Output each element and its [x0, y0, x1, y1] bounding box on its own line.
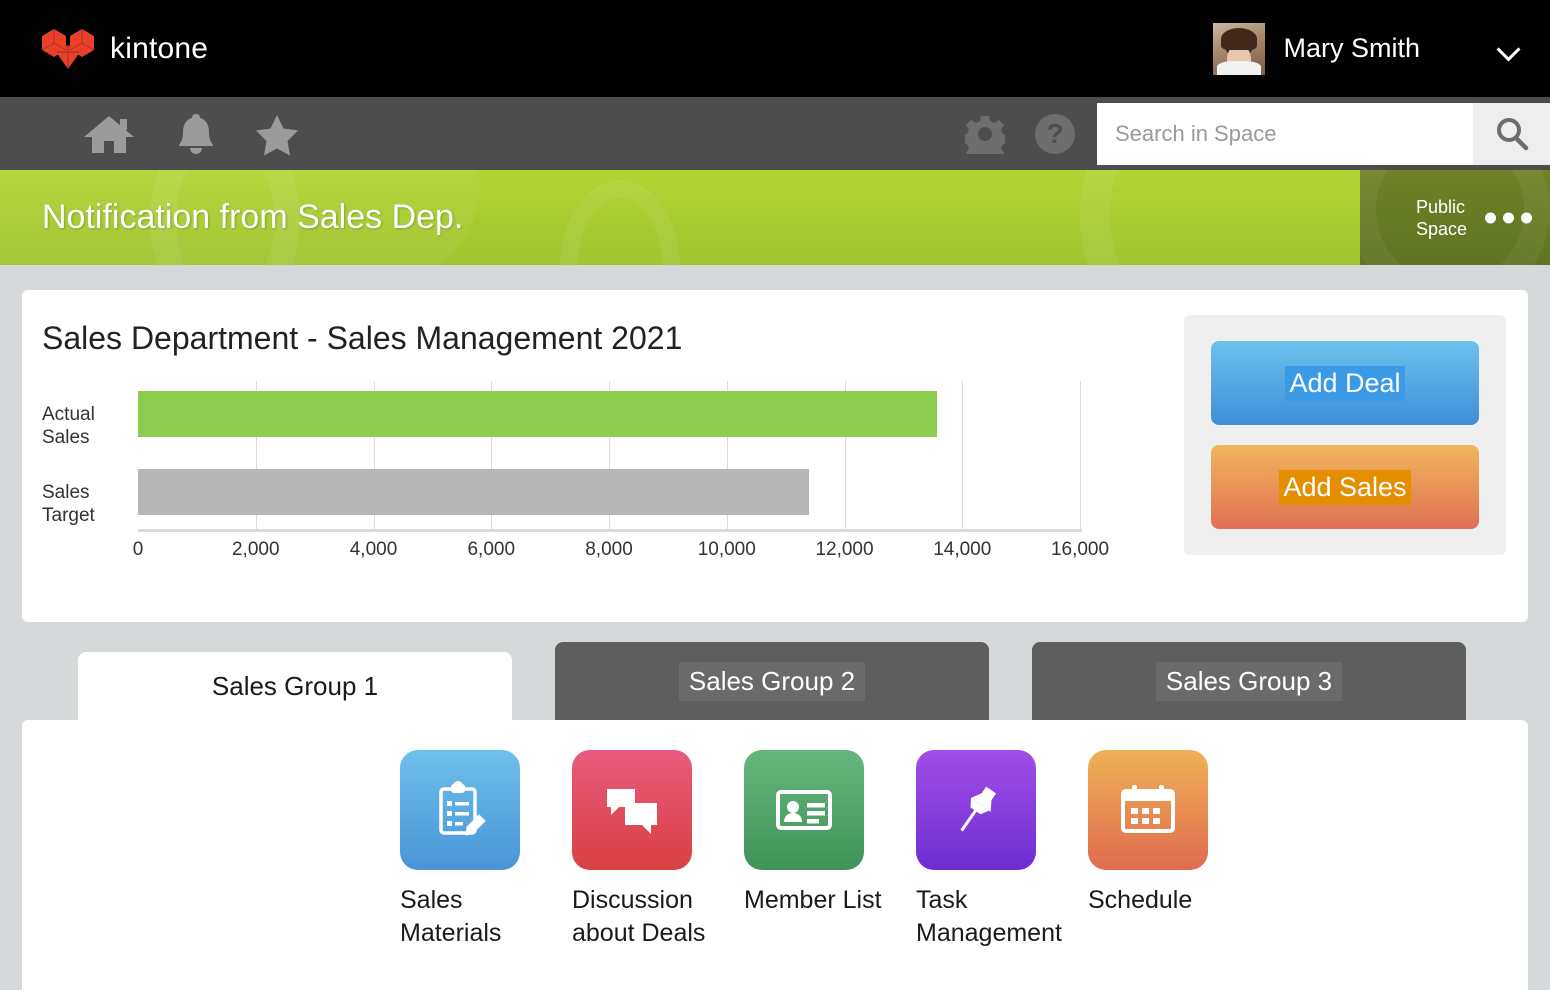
chart-bar	[138, 469, 809, 515]
ellipsis-icon[interactable]	[1485, 212, 1532, 223]
space-type-line1: Public	[1416, 197, 1465, 217]
chart-tick-label: 8,000	[585, 539, 633, 561]
add-deal-label: Add Deal	[1285, 366, 1404, 401]
space-title: Notification from Sales Dep.	[42, 198, 463, 237]
tab-sales-group-3[interactable]: Sales Group 3	[1032, 642, 1466, 720]
app-label: Task Management	[916, 884, 1076, 950]
calendar-icon[interactable]	[1088, 750, 1208, 870]
app-item[interactable]: Member List	[744, 750, 916, 950]
chart-category-label: Actual Sales	[42, 403, 142, 449]
hamburger-menu-icon[interactable]	[8, 125, 54, 143]
search-box	[1097, 103, 1550, 165]
app-label: Member List	[744, 884, 904, 917]
top-header-bar: kintone Mary Smith	[0, 0, 1550, 97]
chart-gridline	[1080, 381, 1081, 529]
chart-tick-label: 6,000	[467, 539, 515, 561]
speech-bubbles-icon[interactable]	[572, 750, 692, 870]
chart-tick-label: 10,000	[698, 539, 756, 561]
app-label: Schedule	[1088, 884, 1248, 917]
tab-sales-group-2[interactable]: Sales Group 2	[555, 642, 989, 720]
user-name: Mary Smith	[1283, 33, 1420, 64]
chart-category-label: Sales Target	[42, 481, 142, 527]
tab-panel: Sales MaterialsDiscussion about Deals Mem…	[22, 720, 1528, 990]
app-item[interactable]: Discussion about Deals	[572, 750, 744, 950]
navigation-bar: ?	[0, 97, 1550, 170]
clipboard-pencil-icon[interactable]	[400, 750, 520, 870]
app-label: Discussion about Deals	[572, 884, 732, 950]
app-item[interactable]: Sales Materials	[400, 750, 572, 950]
search-magnifier-icon	[1493, 115, 1531, 153]
chart-bar	[138, 391, 937, 437]
tab-label: Sales Group 3	[1156, 662, 1342, 701]
tab-sales-group-1[interactable]: Sales Group 1	[78, 652, 512, 720]
app-list: Sales MaterialsDiscussion about Deals Mem…	[400, 750, 1528, 950]
id-card-icon[interactable]	[744, 750, 864, 870]
space-type-label: Public Space	[1416, 196, 1467, 240]
star-icon[interactable]	[254, 112, 300, 156]
action-buttons-panel: Add Deal Add Sales	[1184, 315, 1506, 555]
chart-tick-label: 16,000	[1051, 539, 1109, 561]
main-content: Sales Department - Sales Management 2021…	[0, 290, 1550, 990]
chevron-down-icon[interactable]	[1498, 38, 1520, 60]
pushpin-icon[interactable]	[916, 750, 1036, 870]
tab-label: Sales Group 2	[679, 662, 865, 701]
chart-tick-label: 12,000	[815, 539, 873, 561]
app-item[interactable]: Schedule	[1088, 750, 1260, 950]
avatar	[1213, 23, 1265, 75]
space-banner: Notification from Sales Dep. Public Spac…	[0, 170, 1550, 265]
space-type-line2: Space	[1416, 219, 1467, 239]
gear-icon[interactable]	[965, 114, 1005, 154]
add-sales-button[interactable]: Add Sales	[1211, 445, 1479, 529]
bell-icon[interactable]	[176, 112, 216, 156]
question-mark-icon[interactable]: ?	[1035, 114, 1075, 154]
group-tabs: Sales Group 1 Sales Group 2 Sales Group 3	[78, 642, 1550, 720]
chart-card: Sales Department - Sales Management 2021…	[22, 290, 1528, 622]
home-icon[interactable]	[82, 112, 136, 156]
add-deal-button[interactable]: Add Deal	[1211, 341, 1479, 425]
app-label: Sales Materials	[400, 884, 560, 950]
chart-x-tick-labels: 02,0004,0006,0008,00010,00012,00014,0001…	[138, 539, 1080, 569]
search-input[interactable]	[1097, 103, 1473, 165]
navbar-right-group: ?	[965, 97, 1550, 170]
tab-label: Sales Group 1	[212, 671, 378, 702]
chart-tick-label: 14,000	[933, 539, 991, 561]
chart-tick-label: 4,000	[350, 539, 398, 561]
chart-tick-label: 0	[133, 539, 144, 561]
banner-decoration	[560, 180, 680, 265]
add-sales-label: Add Sales	[1279, 470, 1410, 505]
chart-plot-area	[138, 381, 1080, 529]
app-item[interactable]: Task Management	[916, 750, 1088, 950]
user-menu[interactable]: Mary Smith	[1213, 0, 1520, 97]
chart-tick-label: 2,000	[232, 539, 280, 561]
chart-x-axis	[138, 529, 1082, 532]
kintone-cube-logo	[40, 27, 96, 71]
search-button[interactable]	[1473, 103, 1550, 165]
chart-gridline	[962, 381, 963, 529]
brand-logo[interactable]: kintone	[40, 27, 208, 71]
space-type-badge: Public Space	[1360, 170, 1550, 265]
brand-name: kintone	[110, 32, 208, 66]
